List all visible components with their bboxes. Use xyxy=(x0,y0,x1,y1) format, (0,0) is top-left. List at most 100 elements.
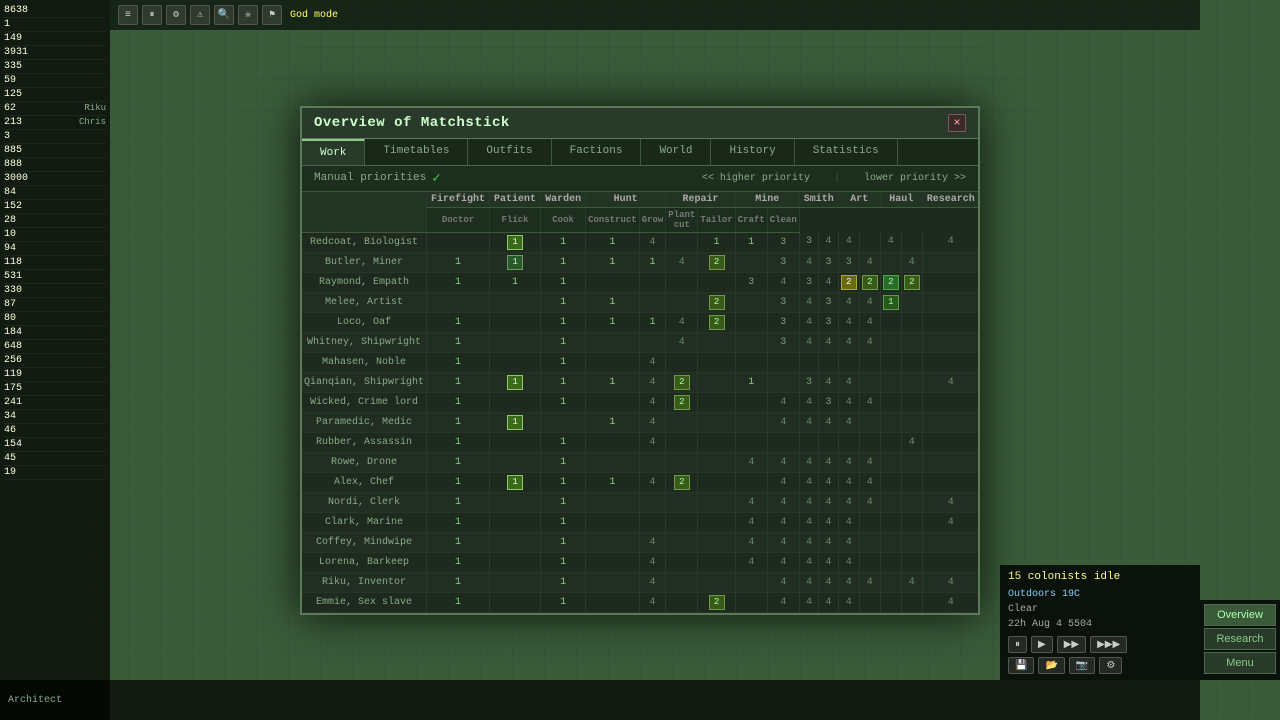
work-cell[interactable]: 4 xyxy=(922,232,978,252)
work-cell[interactable]: 4 xyxy=(859,292,880,312)
work-cell[interactable]: 1 xyxy=(541,352,586,372)
work-cell[interactable]: 1 xyxy=(490,232,541,252)
alert-icon[interactable]: ⚠ xyxy=(190,5,210,25)
work-cell[interactable]: 3 xyxy=(735,272,767,292)
work-cell[interactable]: 3 xyxy=(799,272,819,292)
work-cell[interactable] xyxy=(586,452,640,472)
work-cell[interactable] xyxy=(490,392,541,412)
work-cell[interactable] xyxy=(922,312,978,332)
colonist-name[interactable]: Whitney, Shipwright xyxy=(302,332,427,352)
load-button[interactable]: 📂 xyxy=(1038,657,1064,674)
speed-pause-button[interactable]: ⏸ xyxy=(1008,636,1027,653)
work-cell[interactable] xyxy=(666,292,698,312)
work-cell[interactable] xyxy=(901,512,922,532)
work-cell[interactable]: 1 xyxy=(541,232,586,252)
work-cell[interactable] xyxy=(901,352,922,372)
work-cell[interactable]: 4 xyxy=(922,592,978,612)
work-cell[interactable] xyxy=(859,532,880,552)
work-cell[interactable]: 4 xyxy=(838,372,859,392)
work-cell[interactable] xyxy=(666,352,698,372)
work-cell[interactable]: 4 xyxy=(819,272,839,292)
colonist-name[interactable]: Riku, Inventor xyxy=(302,572,427,592)
tab-outfits[interactable]: Outfits xyxy=(468,139,551,165)
work-cell[interactable]: 4 xyxy=(838,312,859,332)
work-cell[interactable] xyxy=(698,532,735,552)
work-cell[interactable] xyxy=(735,332,767,352)
work-cell[interactable] xyxy=(799,352,819,372)
work-cell[interactable] xyxy=(880,532,901,552)
work-cell[interactable] xyxy=(586,432,640,452)
work-cell[interactable]: 1 xyxy=(490,272,541,292)
work-cell[interactable]: 1 xyxy=(586,372,640,392)
work-cell[interactable]: 4 xyxy=(922,492,978,512)
work-cell[interactable] xyxy=(698,332,735,352)
work-cell[interactable] xyxy=(735,572,767,592)
work-cell[interactable] xyxy=(735,592,767,612)
work-cell[interactable]: 2 xyxy=(666,472,698,492)
work-cell[interactable]: 2 xyxy=(666,372,698,392)
work-cell[interactable] xyxy=(838,432,859,452)
work-cell[interactable]: 1 xyxy=(427,252,490,272)
work-cell[interactable] xyxy=(859,372,880,392)
colonist-name[interactable]: Emmie, Sex slave xyxy=(302,592,427,612)
work-cell[interactable]: 1 xyxy=(541,312,586,332)
work-cell[interactable] xyxy=(490,492,541,512)
work-cell[interactable] xyxy=(922,292,978,312)
work-cell[interactable]: 1 xyxy=(541,452,586,472)
work-cell[interactable]: 4 xyxy=(799,292,819,312)
work-cell[interactable] xyxy=(698,392,735,412)
work-cell[interactable]: 4 xyxy=(799,332,819,352)
colonist-name[interactable]: Lorena, Barkeep xyxy=(302,552,427,572)
table-row[interactable]: Alex, Chef11114244444 xyxy=(302,472,978,492)
work-cell[interactable]: 1 xyxy=(541,252,586,272)
work-cell[interactable] xyxy=(901,452,922,472)
work-cell[interactable] xyxy=(490,512,541,532)
work-cell[interactable]: 4 xyxy=(799,572,819,592)
work-cell[interactable]: 3 xyxy=(767,232,799,252)
work-cell[interactable]: 4 xyxy=(799,492,819,512)
work-cell[interactable] xyxy=(880,392,901,412)
work-cell[interactable]: 4 xyxy=(735,512,767,532)
colonist-name[interactable]: Melee, Artist xyxy=(302,292,427,312)
work-cell[interactable]: 3 xyxy=(767,332,799,352)
work-cell[interactable]: 1 xyxy=(880,292,901,312)
work-cell[interactable]: 4 xyxy=(799,472,819,492)
work-cell[interactable] xyxy=(767,352,799,372)
work-cell[interactable]: 1 xyxy=(541,492,586,512)
colonist-name[interactable]: Paramedic, Medic xyxy=(302,412,427,432)
work-cell[interactable]: 1 xyxy=(427,352,490,372)
work-cell[interactable] xyxy=(666,432,698,452)
work-cell[interactable]: 1 xyxy=(427,372,490,392)
work-cell[interactable] xyxy=(922,432,978,452)
work-cell[interactable] xyxy=(698,492,735,512)
work-cell[interactable] xyxy=(490,312,541,332)
work-cell[interactable]: 1 xyxy=(541,432,586,452)
work-cell[interactable] xyxy=(922,272,978,292)
work-cell[interactable]: 1 xyxy=(541,292,586,312)
table-row[interactable]: Whitney, Shipwright1143444423 xyxy=(302,332,978,352)
work-cell[interactable] xyxy=(901,312,922,332)
work-cell[interactable]: 4 xyxy=(819,492,839,512)
work-cell[interactable]: 2 xyxy=(698,312,735,332)
work-cell[interactable] xyxy=(901,292,922,312)
work-cell[interactable] xyxy=(666,492,698,512)
modal-close-button[interactable]: × xyxy=(948,114,966,132)
work-cell[interactable] xyxy=(586,392,640,412)
work-cell[interactable] xyxy=(586,492,640,512)
work-cell[interactable] xyxy=(880,552,901,572)
work-cell[interactable] xyxy=(698,352,735,372)
work-cell[interactable] xyxy=(698,472,735,492)
table-row[interactable]: Loco, Oaf1111423434423 xyxy=(302,312,978,332)
work-cell[interactable] xyxy=(859,412,880,432)
tab-factions[interactable]: Factions xyxy=(552,139,642,165)
work-cell[interactable] xyxy=(666,452,698,472)
skull-icon[interactable]: ☠ xyxy=(238,5,258,25)
tab-history[interactable]: History xyxy=(711,139,794,165)
work-cell[interactable]: 4 xyxy=(735,492,767,512)
colonist-name[interactable]: Redcoat, Biologist xyxy=(302,232,427,252)
work-cell[interactable]: 2 xyxy=(698,592,735,612)
search-icon[interactable]: 🔍 xyxy=(214,5,234,25)
menu-icon[interactable]: ≡ xyxy=(118,5,138,25)
work-cell[interactable]: 4 xyxy=(799,532,819,552)
work-cell[interactable]: 4 xyxy=(666,252,698,272)
